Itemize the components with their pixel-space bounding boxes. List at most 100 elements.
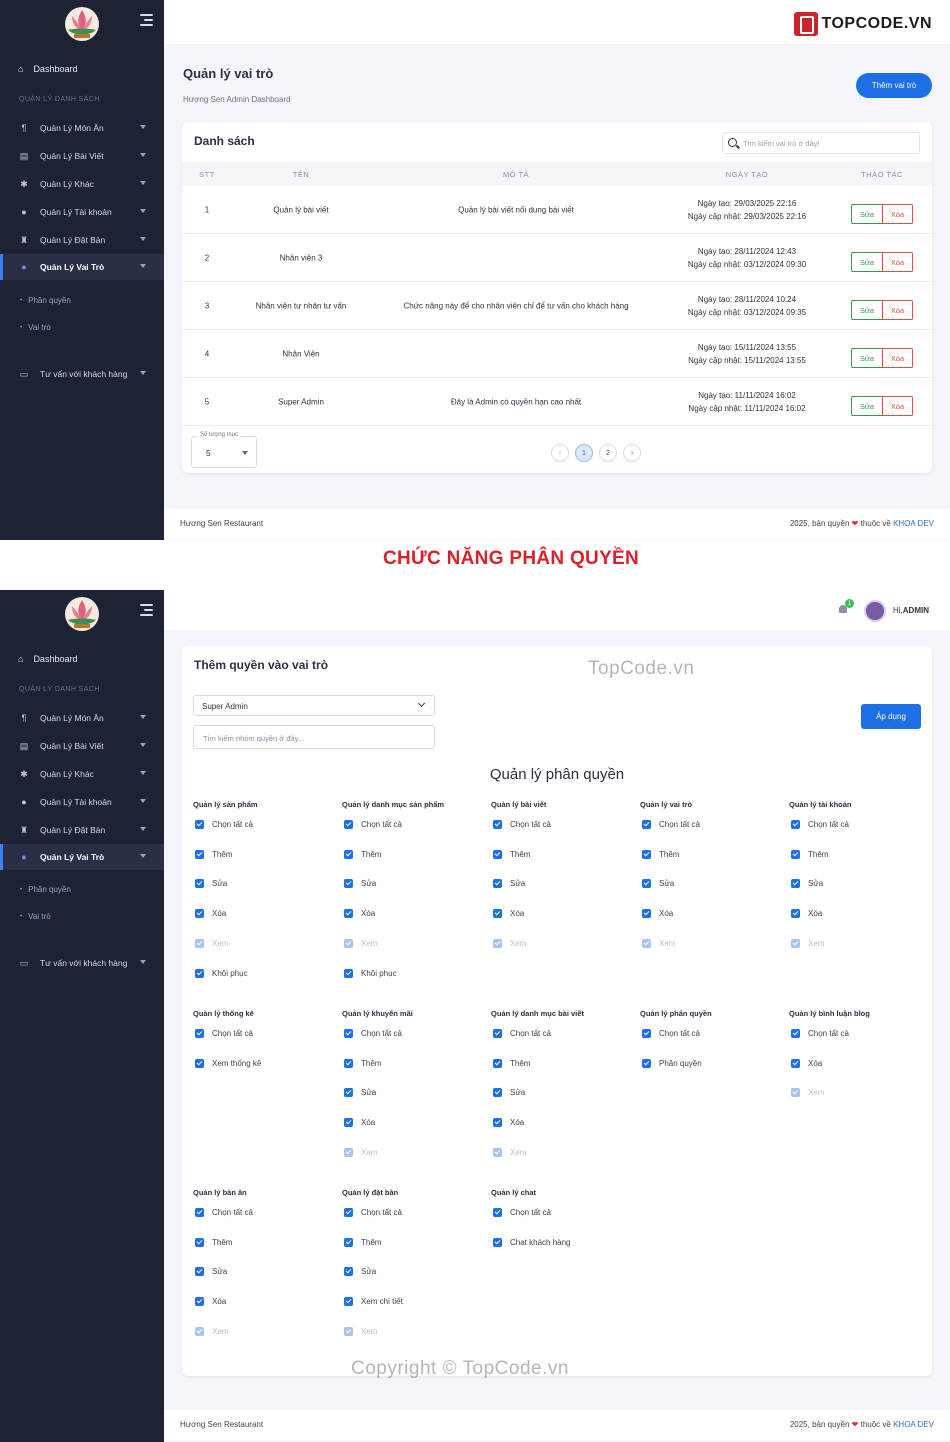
- permission-checkbox[interactable]: Sửa: [344, 1267, 376, 1276]
- nav-item-other[interactable]: ✱ Quản Lý Khác: [0, 171, 164, 197]
- permission-checkbox[interactable]: Xóa: [344, 1118, 375, 1127]
- role-search-input[interactable]: Tìm kiếm vai trò ở đây!: [722, 132, 920, 154]
- permission-checkbox[interactable]: Xóa: [493, 1118, 524, 1127]
- permission-checkbox[interactable]: Xóa: [195, 909, 226, 918]
- add-role-button[interactable]: Thêm vai trò: [856, 73, 932, 98]
- nav-dashboard[interactable]: ⌂ Dashboard: [0, 648, 164, 670]
- permission-checkbox[interactable]: Chọn tất cả: [493, 820, 551, 829]
- permission-checkbox[interactable]: Thêm: [195, 850, 232, 859]
- edit-button[interactable]: Sửa: [851, 348, 883, 368]
- nav-item-accounts[interactable]: ● Quản Lý Tài khoản: [0, 789, 164, 815]
- permission-checkbox[interactable]: Chọn tất cả: [642, 1029, 700, 1038]
- nav-sub-permissions[interactable]: Phân quyền: [20, 885, 71, 894]
- nav-item-dishes[interactable]: ¶ Quản Lý Món Ăn: [0, 115, 164, 141]
- nav-item-roles[interactable]: ● Quản Lý Vai Trò: [0, 844, 164, 870]
- role-select[interactable]: Super Admin: [193, 695, 435, 716]
- notification-bell-icon[interactable]: 1: [838, 599, 854, 615]
- edit-button[interactable]: Sửa: [851, 300, 883, 320]
- permission-checkbox[interactable]: Chat khách hàng: [493, 1238, 571, 1247]
- permission-checkbox[interactable]: Sửa: [493, 879, 525, 888]
- cell-dates: Ngày tạo: 11/11/2024 16:02 Ngày cập nhật:…: [688, 389, 805, 415]
- nav-item-posts[interactable]: ▤ Quản Lý Bài Viết: [0, 733, 164, 759]
- cell-dates: Ngày tạo: 29/03/2025 22:16 Ngày cập nhật:…: [688, 197, 806, 223]
- permission-checkbox[interactable]: Xóa: [344, 909, 375, 918]
- permission-checkbox[interactable]: Xóa: [642, 909, 673, 918]
- chevron-down-icon: [140, 371, 146, 375]
- menu-toggle-button[interactable]: [140, 14, 153, 26]
- delete-button[interactable]: Xóa: [882, 300, 913, 320]
- page-button-1[interactable]: 1: [575, 444, 593, 462]
- permission-checkbox[interactable]: Xóa: [195, 1297, 226, 1306]
- group-search-input[interactable]: Tìm kiếm nhóm quyền ở đây...: [193, 725, 435, 749]
- edit-button[interactable]: Sửa: [851, 396, 883, 416]
- permission-checkbox[interactable]: Chọn tất cả: [493, 1208, 551, 1217]
- edit-button[interactable]: Sửa: [851, 204, 883, 224]
- permission-checkbox[interactable]: Sửa: [344, 879, 376, 888]
- nav-item-chat[interactable]: ▭ Tư vấn với khách hàng: [0, 950, 164, 976]
- permission-checkbox[interactable]: Khôi phục: [344, 969, 397, 978]
- delete-button[interactable]: Xóa: [882, 348, 913, 368]
- permission-checkbox[interactable]: Xóa: [791, 909, 822, 918]
- avatar[interactable]: [864, 600, 886, 622]
- permission-checkbox[interactable]: Thêm: [344, 1238, 381, 1247]
- permission-checkbox: Xem: [791, 1088, 824, 1097]
- delete-button[interactable]: Xóa: [882, 252, 913, 272]
- delete-button[interactable]: Xóa: [882, 204, 913, 224]
- nav-item-bookings[interactable]: ♜ Quản Lý Đặt Bàn: [0, 817, 164, 843]
- nav-item-dishes[interactable]: ¶ Quản Lý Món Ăn: [0, 705, 164, 731]
- prev-page-button[interactable]: ‹: [551, 444, 569, 462]
- nav-item-roles[interactable]: ● Quản Lý Vai Trò: [0, 254, 164, 280]
- permission-checkbox[interactable]: Chọn tất cả: [344, 1208, 402, 1217]
- permission-checkbox[interactable]: Sửa: [791, 879, 823, 888]
- nav-sub-permissions[interactable]: Phân quyền: [20, 296, 71, 305]
- nav-item-posts[interactable]: ▤ Quản Lý Bài Viết: [0, 143, 164, 169]
- permission-checkbox[interactable]: Thêm: [344, 850, 381, 859]
- nav-item-other[interactable]: ✱ Quản Lý Khác: [0, 761, 164, 787]
- permission-checkbox[interactable]: Sửa: [344, 1088, 376, 1097]
- nav-item-bookings[interactable]: ♜ Quản Lý Đặt Bàn: [0, 227, 164, 253]
- edit-button[interactable]: Sửa: [851, 252, 883, 272]
- author-link[interactable]: KHOA DEV: [893, 1420, 934, 1429]
- page-size-select[interactable]: Số lượng mục 5: [191, 432, 257, 468]
- permission-checkbox[interactable]: Thêm: [791, 850, 828, 859]
- permission-checkbox: Xem: [195, 1327, 228, 1336]
- nav-sub-roles[interactable]: Vai trò: [20, 323, 51, 332]
- permission-checkbox[interactable]: Chọn tất cả: [493, 1029, 551, 1038]
- nav-item-chat[interactable]: ▭ Tư vấn với khách hàng: [0, 361, 164, 387]
- permission-checkbox[interactable]: Chọn tất cả: [791, 820, 849, 829]
- permission-checkbox[interactable]: Chọn tất cả: [195, 1029, 253, 1038]
- apply-button[interactable]: Áp dụng: [861, 704, 921, 729]
- permission-checkbox[interactable]: Thêm: [344, 1059, 381, 1068]
- permission-checkbox[interactable]: Phân quyền: [642, 1059, 702, 1068]
- author-link[interactable]: KHOA DEV: [893, 519, 934, 528]
- permission-checkbox[interactable]: Chọn tất cả: [195, 1208, 253, 1217]
- permission-checkbox[interactable]: Chọn tất cả: [344, 1029, 402, 1038]
- permission-checkbox[interactable]: Thêm: [642, 850, 679, 859]
- permission-checkbox[interactable]: Thêm: [493, 850, 530, 859]
- permission-checkbox[interactable]: Thêm: [195, 1238, 232, 1247]
- menu-toggle-button[interactable]: [140, 604, 153, 616]
- permission-checkbox[interactable]: Chọn tất cả: [791, 1029, 849, 1038]
- nav-sub-roles[interactable]: Vai trò: [20, 912, 51, 921]
- page-button-2[interactable]: 2: [599, 444, 617, 462]
- permission-checkbox[interactable]: Xóa: [791, 1059, 822, 1068]
- checkbox-checked-icon: [642, 1059, 651, 1068]
- permission-checkbox[interactable]: Chọn tất cả: [344, 820, 402, 829]
- permission-checkbox[interactable]: Thêm: [493, 1059, 530, 1068]
- permission-checkbox[interactable]: Chọn tất cả: [642, 820, 700, 829]
- permission-checkbox[interactable]: Sửa: [195, 879, 227, 888]
- user-greeting[interactable]: Hi,ADMIN: [893, 606, 929, 615]
- permission-checkbox[interactable]: Sửa: [493, 1088, 525, 1097]
- nav-dashboard[interactable]: ⌂ Dashboard: [0, 58, 164, 80]
- checkbox-checked-icon: [493, 1238, 502, 1247]
- delete-button[interactable]: Xóa: [882, 396, 913, 416]
- permission-checkbox[interactable]: Chọn tất cả: [195, 820, 253, 829]
- permission-checkbox[interactable]: Xóa: [493, 909, 524, 918]
- permission-checkbox[interactable]: Khôi phục: [195, 969, 248, 978]
- nav-item-accounts[interactable]: ● Quản Lý Tài khoản: [0, 199, 164, 225]
- permission-checkbox[interactable]: Xem thống kê: [195, 1059, 261, 1068]
- next-page-button[interactable]: ›: [623, 444, 641, 462]
- permission-checkbox[interactable]: Sửa: [642, 879, 674, 888]
- permission-checkbox[interactable]: Xem chi tiết: [344, 1297, 403, 1306]
- permission-checkbox[interactable]: Sửa: [195, 1267, 227, 1276]
